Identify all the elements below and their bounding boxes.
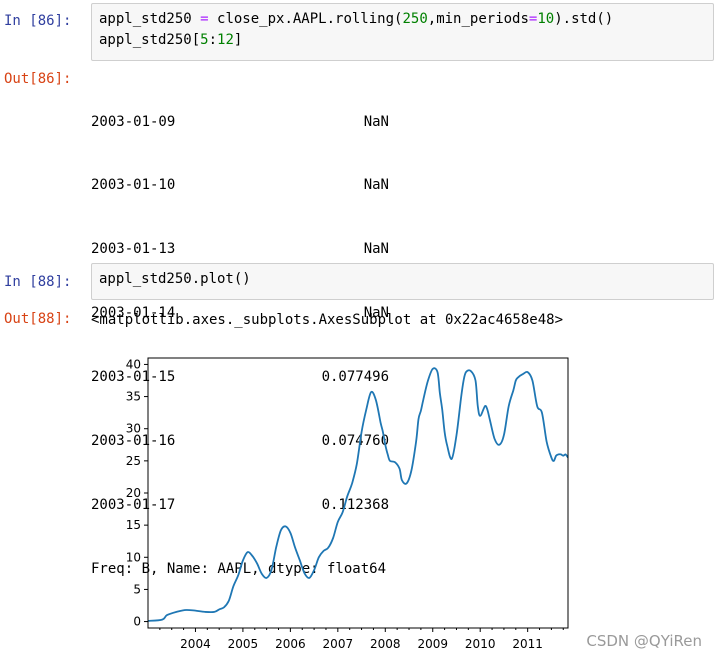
y-tick-label: 20 [126, 486, 141, 500]
axes-frame [147, 357, 569, 629]
x-tick-label: 2010 [465, 637, 496, 651]
y-tick-label: 0 [133, 615, 141, 629]
y-tick-label: 25 [126, 454, 141, 468]
x-tick-label: 2006 [275, 637, 306, 651]
x-tick-label: 2011 [512, 637, 543, 651]
x-tick-label: 2008 [370, 637, 401, 651]
y-tick-label: 35 [126, 390, 141, 404]
x-tick-label: 2005 [228, 637, 259, 651]
y-tick-label: 30 [126, 422, 141, 436]
watermark: CSDN @QYiRen [586, 632, 702, 650]
rolling-std-line-chart: 0510152025303540 2004 2005 2006 2007 2008 200… [126, 357, 569, 651]
x-tick-label: 2009 [417, 637, 448, 651]
series-line-aapl-std250 [147, 367, 569, 622]
y-tick-label: 10 [126, 550, 141, 564]
x-tick-label: 2004 [180, 637, 211, 651]
y-tick-label: 15 [126, 518, 141, 532]
y-tick-label: 40 [126, 357, 141, 371]
x-tick-label: 2007 [323, 637, 354, 651]
x-axis: 2004 2005 2006 2007 2008 2009 2010 2011 [159, 628, 564, 651]
y-axis: 0 5 10 15 20 25 30 35 40 [126, 357, 148, 629]
y-tick-label: 5 [133, 582, 141, 596]
